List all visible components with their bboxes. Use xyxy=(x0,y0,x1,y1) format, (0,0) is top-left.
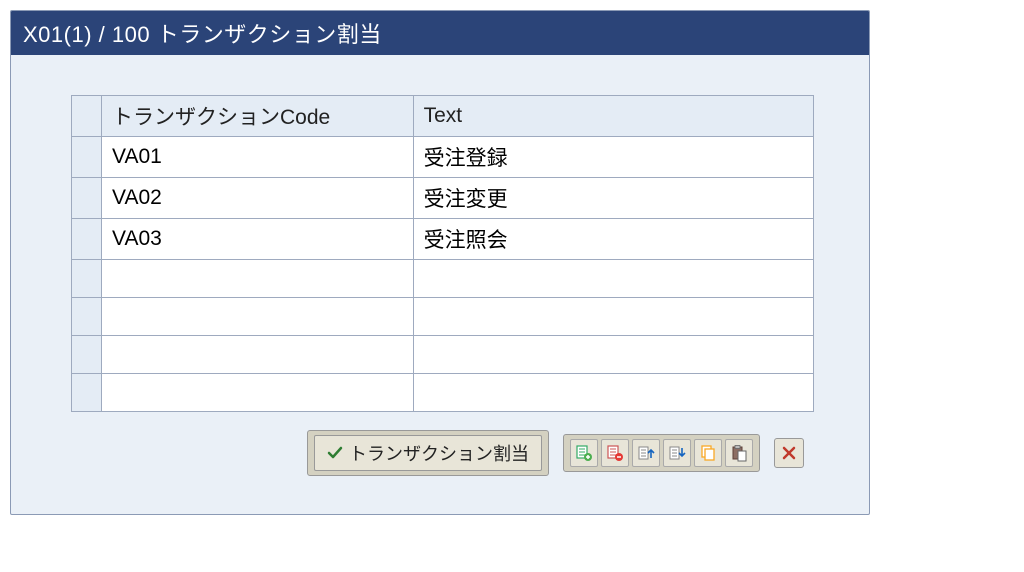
cell-code[interactable] xyxy=(102,336,414,374)
cell-code[interactable] xyxy=(102,298,414,336)
delete-row-button[interactable] xyxy=(601,439,629,467)
table-row[interactable] xyxy=(72,298,814,336)
row-selector[interactable] xyxy=(72,219,102,260)
delete-row-icon xyxy=(606,444,624,462)
row-selector[interactable] xyxy=(72,374,102,412)
table-row[interactable] xyxy=(72,336,814,374)
window-titlebar: X01(1) / 100 トランザクション割当 xyxy=(11,11,869,55)
table-row[interactable] xyxy=(72,374,814,412)
row-selector[interactable] xyxy=(72,260,102,298)
table-row[interactable]: VA01 受注登録 xyxy=(72,137,814,178)
row-selector[interactable] xyxy=(72,178,102,219)
row-selector[interactable] xyxy=(72,336,102,374)
move-up-icon xyxy=(637,444,655,462)
cell-text[interactable]: 受注変更 xyxy=(413,178,813,219)
insert-row-button[interactable] xyxy=(570,439,598,467)
cell-code[interactable]: VA03 xyxy=(102,219,414,260)
copy-button[interactable] xyxy=(694,439,722,467)
assign-button-label: トランザクション割当 xyxy=(349,440,529,466)
column-header-selector[interactable] xyxy=(72,96,102,137)
row-selector[interactable] xyxy=(72,298,102,336)
table-row[interactable]: VA02 受注変更 xyxy=(72,178,814,219)
move-down-button[interactable] xyxy=(663,439,691,467)
paste-button[interactable] xyxy=(725,439,753,467)
window: X01(1) / 100 トランザクション割当 トランザクションCode Tex… xyxy=(10,10,870,515)
cell-text[interactable] xyxy=(413,336,813,374)
table-row[interactable]: VA03 受注照会 xyxy=(72,219,814,260)
toolbar: トランザクション割当 xyxy=(71,412,814,494)
cell-code[interactable]: VA02 xyxy=(102,178,414,219)
table-row[interactable] xyxy=(72,260,814,298)
close-button[interactable] xyxy=(774,438,804,468)
window-title: X01(1) / 100 トランザクション割当 xyxy=(23,22,382,47)
insert-row-icon xyxy=(575,444,593,462)
row-selector[interactable] xyxy=(72,137,102,178)
column-header-text[interactable]: Text xyxy=(413,96,813,137)
close-icon xyxy=(782,446,796,460)
cell-text[interactable]: 受注照会 xyxy=(413,219,813,260)
cell-code[interactable] xyxy=(102,260,414,298)
check-icon xyxy=(327,445,343,461)
cell-text[interactable] xyxy=(413,298,813,336)
row-actions-group xyxy=(563,434,760,472)
assign-transaction-button[interactable]: トランザクション割当 xyxy=(314,435,542,471)
cell-code[interactable]: VA01 xyxy=(102,137,414,178)
move-up-button[interactable] xyxy=(632,439,660,467)
transaction-table: トランザクションCode Text VA01 受注登録 VA02 受注変更 V xyxy=(71,95,814,412)
cell-text[interactable] xyxy=(413,260,813,298)
column-header-code[interactable]: トランザクションCode xyxy=(102,96,414,137)
copy-icon xyxy=(699,444,717,462)
move-down-icon xyxy=(668,444,686,462)
paste-icon xyxy=(730,444,748,462)
transaction-assign-group: トランザクション割当 xyxy=(307,430,549,476)
content-area: トランザクションCode Text VA01 受注登録 VA02 受注変更 V xyxy=(11,55,869,514)
cell-code[interactable] xyxy=(102,374,414,412)
cell-text[interactable]: 受注登録 xyxy=(413,137,813,178)
cell-text[interactable] xyxy=(413,374,813,412)
